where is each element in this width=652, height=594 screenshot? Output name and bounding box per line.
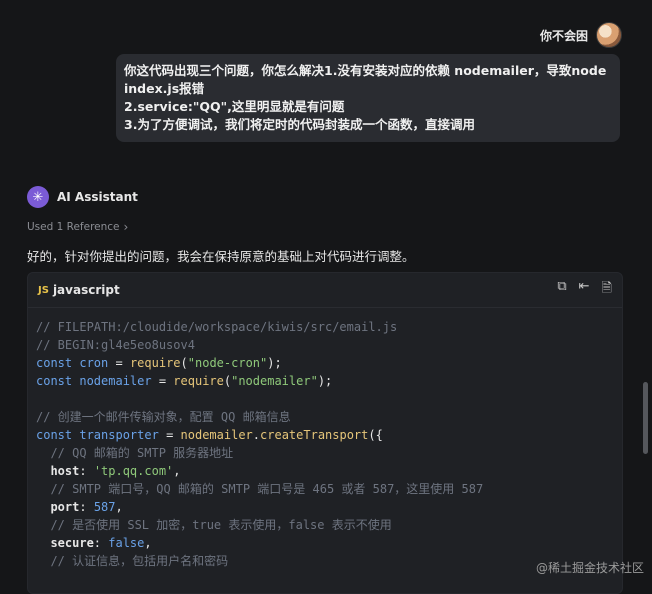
code-line: const transporter = nodemailer.createTra… [36,426,614,444]
user-header: 你不会困 [540,22,622,48]
code-token: = [158,428,181,442]
code-token: . [252,428,261,442]
js-icon: JS [38,284,49,296]
code-line: // 创建一个邮件传输对象，配置 QQ 邮箱信息 [36,408,614,426]
code-token: : [79,500,94,514]
copy-icon[interactable]: ⧉ [557,279,566,301]
assistant-header: ✳ AI Assistant [27,186,138,208]
user-avatar[interactable] [596,22,622,48]
chevron-right-icon: › [123,220,129,234]
code-token: ); [267,356,282,370]
code-line: const cron = require("node-cron"); [36,354,614,372]
code-token: require [129,356,181,370]
code-token: const [36,374,80,388]
code-body[interactable]: // FILEPATH:/cloudide/workspace/kiwis/sr… [28,308,622,570]
code-token: secure [36,536,94,550]
code-token: const [36,356,80,370]
code-header: JS javascript ⧉ ⇤ 🗎 [28,273,622,308]
user-message-line: 3.为了方便调试，我们将定时的代码封装成一个函数，直接调用 [124,117,475,132]
code-token: , [115,500,123,514]
references-label: Used 1 Reference [27,221,120,233]
code-token: , [144,536,152,550]
assistant-reply: 好的，针对你提出的问题，我会在保持原意的基础上对代码进行调整。 [27,249,415,264]
code-token: require [173,374,224,388]
user-message-line: 你这代码出现三个问题，你怎么解决1.没有安装对应的依赖 nodemailer，导… [124,63,607,78]
code-token: "node-cron" [187,356,268,370]
code-token: 'tp.qq.com' [93,464,174,478]
code-token: // 创建一个邮件传输对象，配置 QQ 邮箱信息 [36,410,291,424]
code-token: , [173,464,181,478]
code-line: // 是否使用 SSL 加密，true 表示使用，false 表示不使用 [36,516,614,534]
code-token: createTransport [260,428,369,442]
code-token: : [79,464,94,478]
code-block: JS javascript ⧉ ⇤ 🗎 // FILEPATH:/cloudid… [27,272,623,594]
user-message-bubble: 你这代码出现三个问题，你怎么解决1.没有安装对应的依赖 nodemailer，导… [116,54,620,142]
code-line: // SMTP 端口号，QQ 邮箱的 SMTP 端口号是 465 或者 587，… [36,480,614,498]
code-language-label: javascript [52,283,120,297]
code-token: ); [317,374,333,388]
code-line: port: 587, [36,498,614,516]
watermark: @稀土掘金技术社区 [535,561,644,575]
code-line: // QQ 邮箱的 SMTP 服务器地址 [36,444,614,462]
code-token: 587 [93,500,116,514]
code-line: // 认证信息，包括用户名和密码 [36,552,614,570]
user-message-line: index.js报错 [124,81,205,96]
code-token: host [36,464,80,478]
code-token: // QQ 邮箱的 SMTP 服务器地址 [36,446,234,460]
code-token: = [108,356,130,370]
code-line: host: 'tp.qq.com', [36,462,614,480]
code-token: nodemailer [79,374,152,388]
new-file-icon[interactable]: 🗎 [602,279,612,301]
assistant-name: AI Assistant [57,190,138,204]
code-line: // FILEPATH:/cloudide/workspace/kiwis/sr… [36,318,614,336]
user-message-line: 2.service:"QQ",这里明显就是有问题 [124,99,345,114]
code-token: = [151,374,174,388]
code-token: const [36,428,80,442]
insert-icon[interactable]: ⇤ [579,279,590,301]
code-token: // 认证信息，包括用户名和密码 [36,554,229,568]
assistant-sparkle-icon: ✳ [27,186,49,208]
code-token: // 是否使用 SSL 加密，true 表示使用，false 表示不使用 [36,518,392,532]
code-token: // FILEPATH:/cloudide/workspace/kiwis/sr… [36,320,398,334]
code-line: secure: false, [36,534,614,552]
code-language: JS javascript [38,283,120,297]
code-token: // BEGIN:gl4e5eo8usov4 [36,338,195,352]
code-token: port [36,500,80,514]
code-token: cron [79,356,109,370]
code-line: // BEGIN:gl4e5eo8usov4 [36,336,614,354]
code-token: ({ [368,428,383,442]
code-token: // SMTP 端口号，QQ 邮箱的 SMTP 端口号是 465 或者 587，… [36,482,484,496]
code-token: "nodemailer" [231,374,318,388]
user-name: 你不会困 [539,28,588,43]
references-toggle[interactable]: Used 1 Reference › [27,220,128,234]
code-token: ( [180,356,188,370]
scrollbar[interactable] [643,382,648,454]
code-token: false [108,536,145,550]
code-actions: ⧉ ⇤ 🗎 [557,279,612,301]
code-token: : [93,536,109,550]
code-line: const nodemailer = require("nodemailer")… [36,372,614,390]
code-token: nodemailer [180,428,253,442]
code-token: transporter [79,428,159,442]
